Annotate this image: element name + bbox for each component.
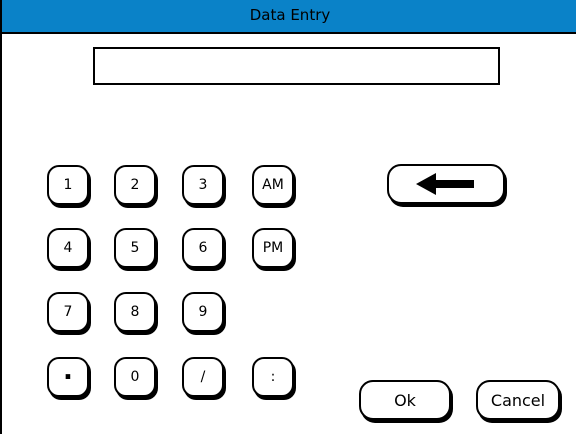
cancel-button[interactable]: Cancel	[476, 380, 560, 420]
key-4[interactable]: 4	[47, 228, 89, 268]
key-am[interactable]: AM	[252, 165, 294, 205]
title-bar: Data Entry	[2, 0, 576, 34]
entry-field[interactable]	[93, 47, 500, 85]
key-slash[interactable]: /	[182, 357, 224, 397]
key-dot[interactable]: .	[47, 357, 89, 397]
key-colon[interactable]: :	[252, 357, 294, 397]
key-0[interactable]: 0	[114, 357, 156, 397]
key-2[interactable]: 2	[114, 165, 156, 205]
key-6[interactable]: 6	[182, 228, 224, 268]
left-arrow-icon	[416, 173, 474, 195]
key-3[interactable]: 3	[182, 165, 224, 205]
key-pm[interactable]: PM	[252, 228, 294, 268]
key-5[interactable]: 5	[114, 228, 156, 268]
key-1[interactable]: 1	[47, 165, 89, 205]
data-entry-window: Data Entry 1 2 3 AM 4 5 6 PM 7 8 9 . 0 /…	[0, 0, 576, 434]
key-dot-label: .	[63, 356, 73, 386]
key-9[interactable]: 9	[182, 292, 224, 332]
backspace-button[interactable]	[387, 164, 505, 204]
ok-button[interactable]: Ok	[359, 380, 451, 420]
window-title: Data Entry	[249, 6, 331, 24]
key-7[interactable]: 7	[47, 292, 89, 332]
key-8[interactable]: 8	[114, 292, 156, 332]
